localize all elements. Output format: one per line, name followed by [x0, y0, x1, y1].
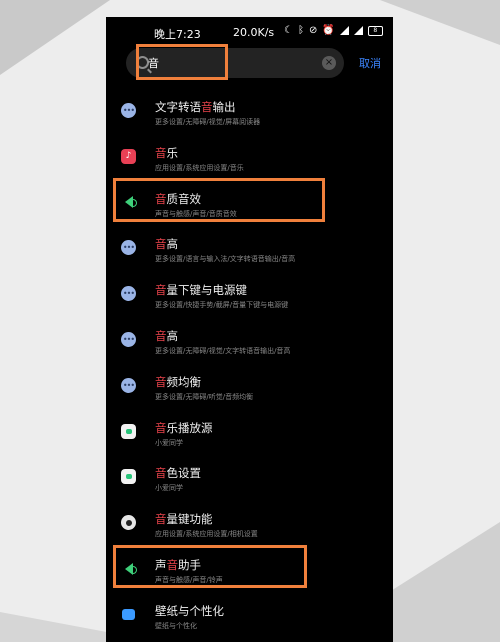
- item-title: 音频均衡: [155, 374, 201, 390]
- cancel-button[interactable]: 取消: [359, 55, 381, 71]
- item-subtitle: 更多设置/快捷手势/截屏/音量下键与电源键: [155, 301, 289, 310]
- result-highlight-box: [113, 545, 307, 588]
- item-title-match: 音: [155, 283, 167, 298]
- item-title-match: 音: [201, 100, 213, 114]
- camera-icon: [121, 515, 136, 531]
- wallpaper-icon: [122, 608, 135, 620]
- item-title: 文字转语音输出: [155, 99, 236, 115]
- item-title-match: 音: [155, 329, 167, 343]
- more-icon: •••: [121, 286, 136, 302]
- xiaoai-icon: [121, 469, 136, 485]
- signal-icon: [353, 26, 363, 35]
- item-subtitle: 更多设置/语言与输入法/文字转语音输出/音高: [155, 255, 296, 264]
- alarm-icon: ⏰: [322, 25, 335, 36]
- item-subtitle: 壁纸与个性化: [155, 621, 197, 630]
- result-highlight-box: [113, 178, 325, 222]
- network-speed: 20.0K/s: [233, 26, 275, 39]
- item-subtitle: 应用设置/系统应用设置/音乐: [155, 163, 244, 172]
- item-title: 音高: [155, 328, 178, 344]
- status-bar: 晚上7:23 20.0K/s ☾ ᛒ ⊘ ⏰ 8: [106, 17, 393, 47]
- item-title: 音色设置: [155, 465, 201, 481]
- moon-icon: ☾: [284, 25, 293, 36]
- list-item[interactable]: 音量键功能应用设置/系统应用设置/相机设置: [106, 502, 393, 548]
- more-icon: •••: [121, 103, 136, 118]
- item-title: 壁纸与个性化: [155, 603, 224, 619]
- item-title: 音乐播放源: [155, 420, 213, 436]
- item-title-text: 乐播放源: [166, 420, 213, 435]
- item-title-match: 音: [155, 466, 167, 481]
- item-title-match: 音: [155, 374, 167, 389]
- list-item[interactable]: 壁纸与个性化 壁纸与个性化: [106, 594, 393, 640]
- background-decoration-top-left: [0, 0, 110, 75]
- item-title-text: 输出: [212, 100, 236, 114]
- more-icon: •••: [121, 332, 136, 347]
- status-icons: ☾ ᛒ ⊘ ⏰ 8: [284, 25, 383, 36]
- item-title: 音乐: [155, 145, 178, 161]
- item-title-match: 音: [155, 145, 167, 160]
- list-item[interactable]: ••• 音量下键与电源键更多设置/快捷手势/截屏/音量下键与电源键: [106, 273, 393, 319]
- item-title-text: 文字转语: [155, 100, 201, 114]
- item-title-match: 音: [155, 512, 167, 527]
- signal-icon: [339, 26, 349, 35]
- item-title-text: 频均衡: [166, 374, 202, 389]
- list-item[interactable]: ♪ 音乐应用设置/系统应用设置/音乐: [106, 136, 393, 182]
- item-subtitle: 更多设置/无障碍/视觉/屏幕阅读器: [155, 118, 261, 126]
- clear-icon[interactable]: ×: [322, 56, 336, 70]
- item-title-text: 壁纸与个性化: [155, 603, 224, 618]
- battery-icon: 8: [367, 25, 383, 36]
- xiaoai-icon: [121, 423, 136, 439]
- item-title-text: 高: [166, 237, 179, 252]
- item-title-match: 音: [155, 420, 167, 435]
- background-decoration-top-right: [380, 0, 500, 45]
- item-subtitle: 小爱同学: [155, 484, 183, 493]
- status-time: 晚上7:23: [154, 28, 201, 41]
- search-input-highlight-box: [136, 44, 228, 80]
- list-item[interactable]: ••• 文字转语音输出更多设置/无障碍/视觉/屏幕阅读器: [106, 90, 393, 136]
- item-title: 音高: [155, 236, 178, 252]
- item-subtitle: 小爱同学: [155, 438, 183, 447]
- more-icon: •••: [121, 240, 136, 256]
- music-icon: ♪: [121, 148, 136, 164]
- item-title-text: 高: [166, 329, 179, 343]
- more-icon: •••: [121, 377, 136, 393]
- list-item[interactable]: ••• 音频均衡更多设置/无障碍/听觉/音频均衡: [106, 365, 393, 411]
- list-item[interactable]: 音乐播放源小爱同学: [106, 411, 393, 457]
- item-subtitle: 应用设置/系统应用设置/相机设置: [155, 530, 258, 539]
- list-item[interactable]: ••• 音高更多设置/语言与输入法/文字转语音输出/音高: [106, 227, 393, 273]
- list-item[interactable]: ••• 音高更多设置/无障碍/视觉/文字转语音输出/音高: [106, 319, 393, 365]
- item-title: 音量键功能: [155, 511, 213, 527]
- bluetooth-icon: ᛒ: [297, 25, 304, 36]
- item-title-text: 量键功能: [166, 512, 213, 527]
- mute-icon: ⊘: [308, 25, 318, 36]
- item-title: 音量下键与电源键: [155, 282, 247, 298]
- list-item[interactable]: 音色设置小爱同学: [106, 456, 393, 502]
- item-subtitle: 更多设置/无障碍/听觉/音频均衡: [155, 392, 254, 401]
- item-title-text: 量下键与电源键: [166, 283, 248, 298]
- item-title-text: 乐: [166, 145, 179, 160]
- item-title-match: 音: [155, 237, 167, 252]
- phone-screen: 晚上7:23 20.0K/s ☾ ᛒ ⊘ ⏰ 8 × 取消 •••文字转语音输出…: [106, 17, 393, 642]
- item-title-text: 色设置: [166, 466, 202, 481]
- item-subtitle: 更多设置/无障碍/视觉/文字转语音输出/音高: [155, 347, 291, 355]
